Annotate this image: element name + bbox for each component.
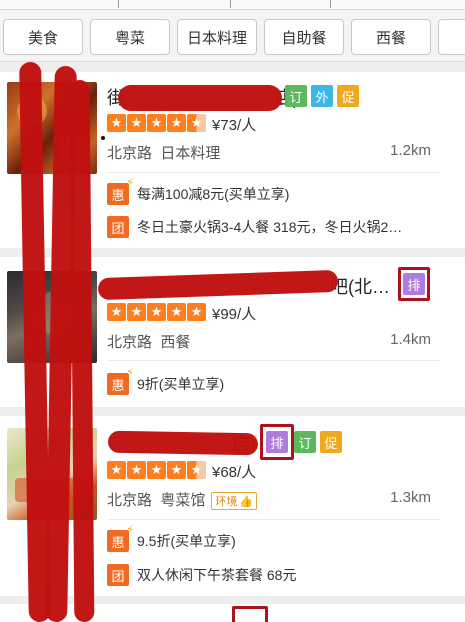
star-icon: ★ — [127, 461, 146, 479]
badge-booking: 订 — [285, 85, 307, 107]
deal-discount[interactable]: 惠 ⚡ 每满100减8元(买单立享) — [107, 177, 290, 205]
location-cuisine: 北京路 粤菜馆 环境 👍 — [107, 489, 258, 510]
filter-separator — [118, 0, 119, 8]
deal-text: 冬日土豪火锅3-4人餐 318元，冬日火锅2… — [137, 219, 403, 235]
category-chip-buffet[interactable]: 自助餐 — [264, 19, 344, 55]
rating-stars: ★ ★ ★ ★ ★ — [107, 303, 206, 321]
restaurant-name-suffix: 吧(北… — [330, 277, 390, 297]
category-chip-cantonese[interactable]: 粤菜 — [90, 19, 170, 55]
avg-price: ¥73/人 — [212, 117, 257, 134]
location-cuisine: 北京路 西餐 — [107, 334, 191, 351]
badge-booking: 订 — [294, 431, 316, 453]
star-half-icon: ★ — [187, 114, 206, 132]
avg-price: ¥99/人 — [212, 306, 257, 323]
star-icon: ★ — [107, 461, 126, 479]
star-half-icon: ★ — [187, 461, 206, 479]
divider — [107, 519, 440, 520]
group-buy-icon: 团 — [107, 216, 129, 238]
group-buy-icon: 团 — [107, 564, 129, 586]
distance: 1.4km — [390, 331, 431, 348]
deal-group-buy[interactable]: 团 冬日土豪火锅3-4人餐 318元，冬日火锅2… — [107, 216, 402, 238]
star-icon: ★ — [167, 461, 186, 479]
deal-text: 双人休闲下午茶套餐 68元 — [137, 567, 297, 583]
redaction-stroke — [118, 85, 282, 111]
restaurant-card-partial[interactable] — [0, 604, 465, 622]
star-icon: ★ — [127, 303, 146, 321]
deal-text: 9折(买单立享) — [137, 376, 225, 392]
discount-icon: 惠 ⚡ — [107, 367, 134, 395]
redaction-stroke — [107, 430, 259, 456]
badge-promotion: 促 — [320, 431, 342, 453]
rating-stars: ★ ★ ★ ★ ★ — [107, 114, 206, 132]
star-icon: ★ — [107, 114, 126, 132]
category-chip-bar: 美食 粤菜 日本料理 自助餐 西餐 — [0, 10, 465, 62]
divider — [107, 172, 440, 173]
star-icon: ★ — [127, 114, 146, 132]
deal-discount[interactable]: 惠 ⚡ 9折(买单立享) — [107, 367, 225, 395]
star-icon: ★ — [187, 303, 206, 321]
star-icon: ★ — [147, 461, 166, 479]
category-chip-japanese[interactable]: 日本料理 — [177, 19, 257, 55]
divider — [107, 360, 440, 361]
stray-dot — [101, 136, 105, 140]
distance: 1.2km — [390, 142, 431, 159]
filter-separator — [230, 0, 231, 8]
star-icon: ★ — [147, 114, 166, 132]
discount-icon: 惠 ⚡ — [107, 177, 134, 205]
discount-icon: 惠 ⚡ — [107, 524, 134, 552]
category-chip-more[interactable] — [438, 19, 465, 55]
filter-separator — [330, 0, 331, 8]
deal-text: 9.5折(买单立享) — [137, 533, 236, 549]
star-icon: ★ — [107, 303, 126, 321]
rating-stars: ★ ★ ★ ★ ★ — [107, 461, 206, 479]
annotation-highlight-box — [260, 424, 294, 460]
distance: 1.3km — [390, 489, 431, 506]
deal-group-buy[interactable]: 团 双人休闲下午茶套餐 68元 — [107, 564, 296, 586]
badge-promotion: 促 — [337, 85, 359, 107]
environment-tag: 环境 👍 — [211, 492, 258, 510]
category-chip-food[interactable]: 美食 — [3, 19, 83, 55]
category-chip-western[interactable]: 西餐 — [351, 19, 431, 55]
location-cuisine: 北京路 日本料理 — [107, 145, 221, 162]
avg-price: ¥68/人 — [212, 464, 257, 481]
star-icon: ★ — [147, 303, 166, 321]
deal-text: 每满100减8元(买单立享) — [137, 186, 290, 202]
annotation-highlight-box — [232, 606, 268, 622]
deal-discount[interactable]: 惠 ⚡ 9.5折(买单立享) — [107, 524, 236, 552]
top-filter-strip — [0, 0, 465, 10]
annotation-highlight-box — [398, 267, 430, 301]
star-icon: ★ — [167, 303, 186, 321]
thumbs-up-icon: 👍 — [239, 495, 254, 508]
star-icon: ★ — [167, 114, 186, 132]
badge-takeout: 外 — [311, 85, 333, 107]
